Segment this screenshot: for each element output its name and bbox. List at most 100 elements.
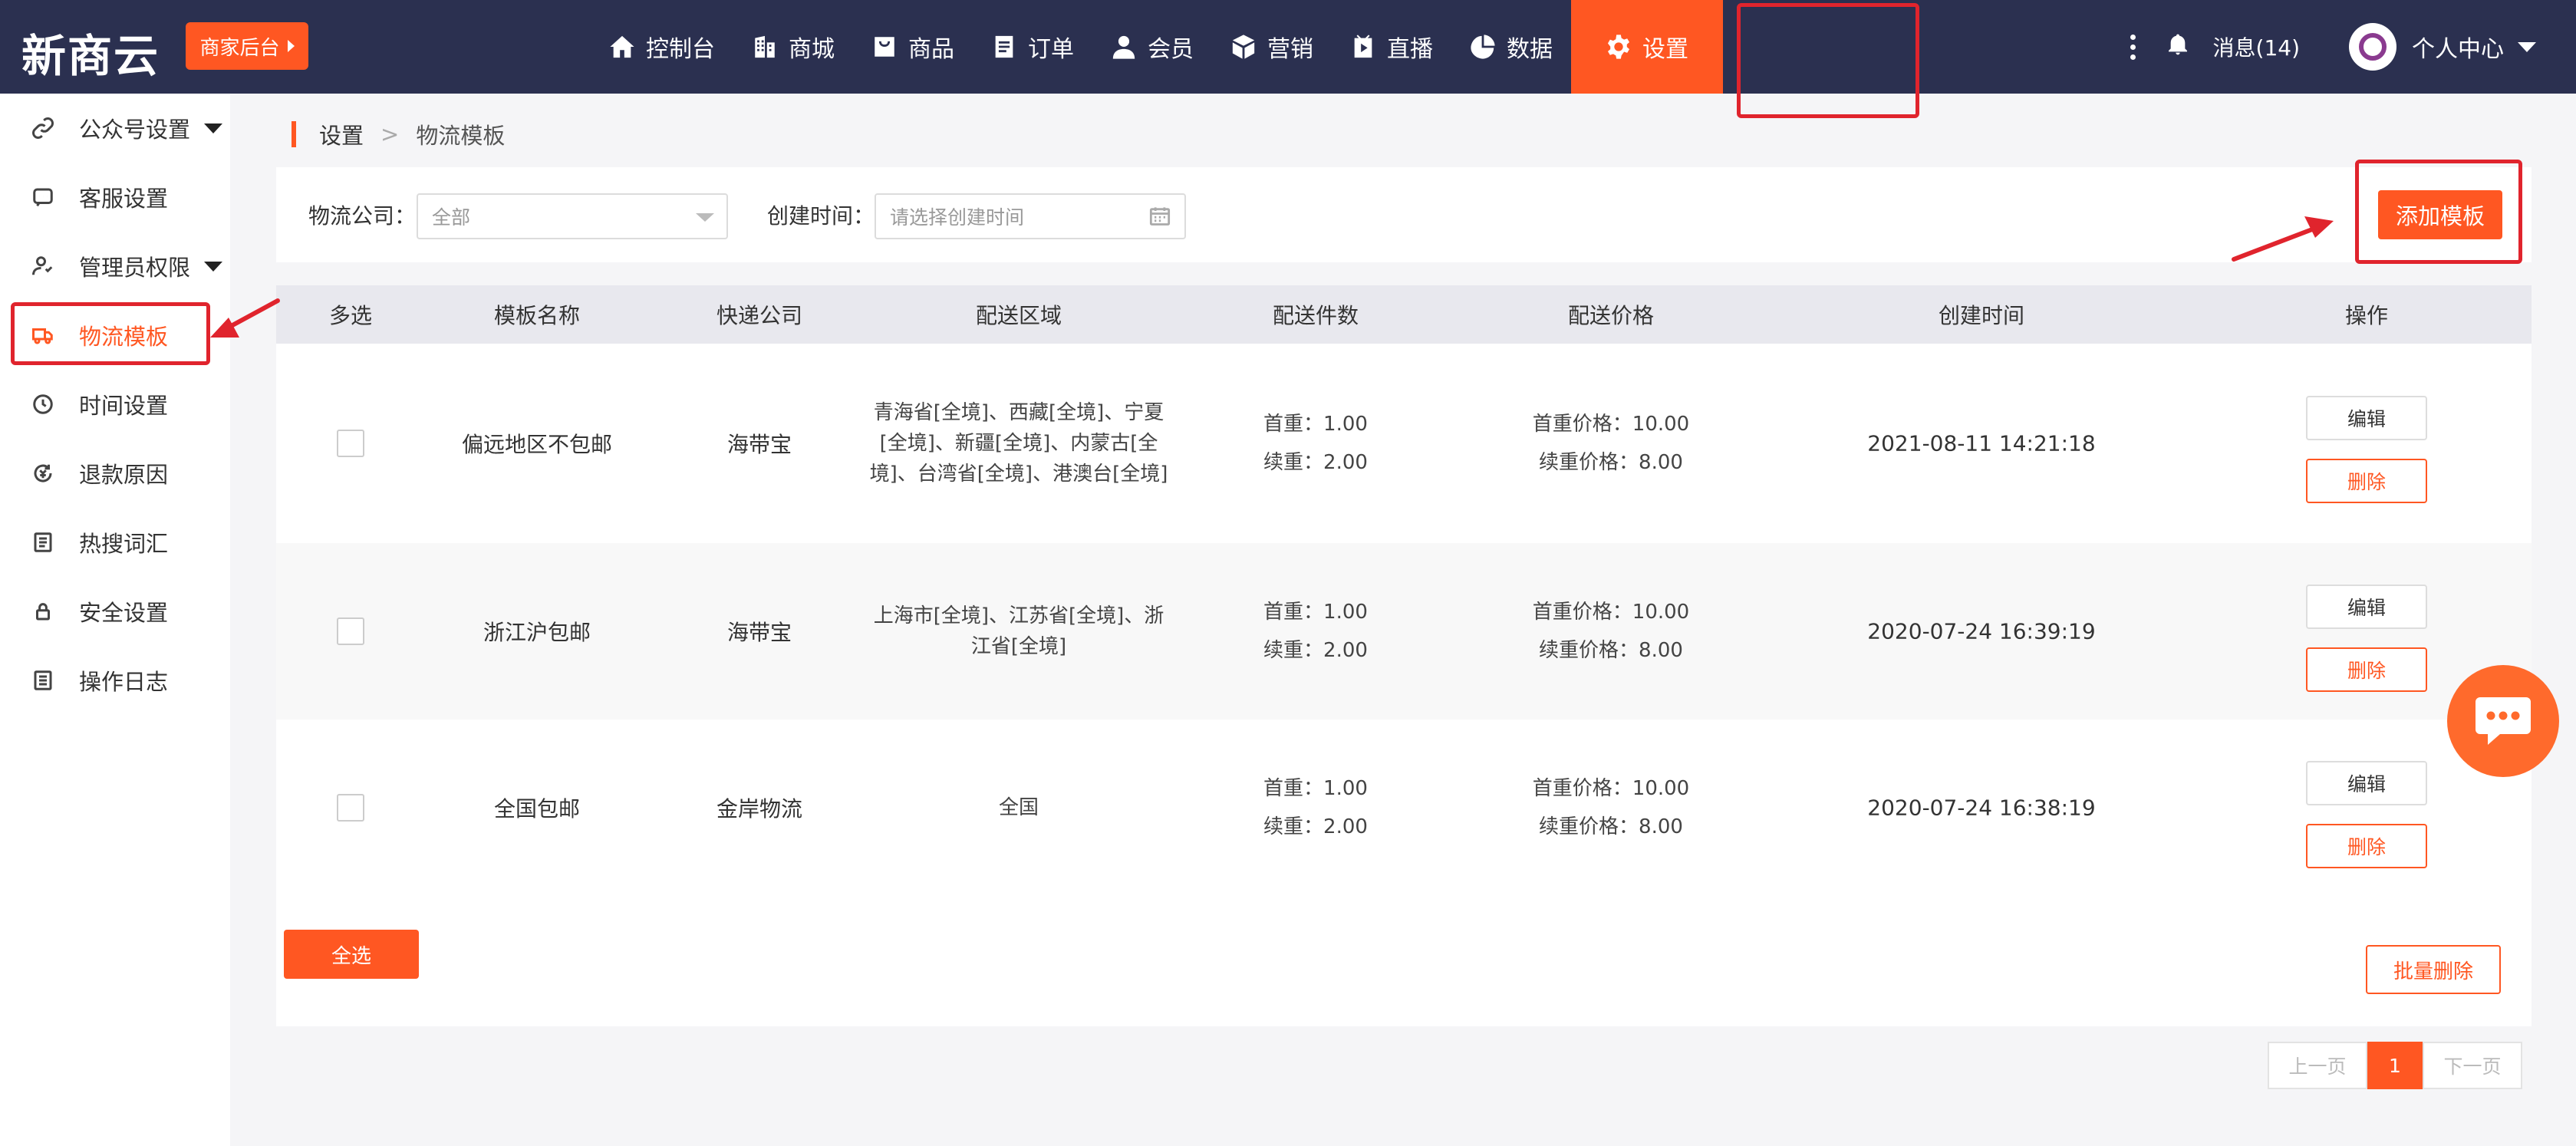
select-all-button[interactable]: 全选 bbox=[284, 930, 419, 979]
nav-label: 设置 bbox=[1642, 36, 1688, 63]
user-icon bbox=[1112, 35, 1135, 59]
live-icon bbox=[1354, 35, 1372, 58]
sidebar-item-refund[interactable]: 退款原因 bbox=[0, 439, 230, 508]
delete-button[interactable]: 删除 bbox=[2306, 824, 2427, 868]
time-picker-placeholder: 请选择创建时间 bbox=[890, 206, 1025, 229]
sidebar-item-admin[interactable]: 管理员权限 bbox=[0, 232, 230, 301]
filter-bar: 物流公司： 全部 创建时间： 请选择创建时间 bbox=[276, 167, 2532, 262]
template-table: 多选 模板名称 快递公司 配送区域 配送件数 配送价格 创建时间 操作 偏远地区… bbox=[276, 285, 2532, 1026]
first-weight: 首重：1.00 bbox=[1263, 777, 1368, 800]
template-name: 浙江沪包邮 bbox=[483, 620, 591, 645]
delivery-count: 首重：1.00 续重：2.00 bbox=[1263, 405, 1368, 482]
sidebar-item-security[interactable]: 安全设置 bbox=[0, 577, 230, 646]
chat-bubble-icon bbox=[2476, 697, 2531, 745]
created-time-picker[interactable]: 请选择创建时间 bbox=[875, 193, 1186, 239]
user-center-menu[interactable]: 个人中心 bbox=[2412, 30, 2504, 64]
nav-mall[interactable]: 商城 bbox=[733, 0, 853, 94]
breadcrumb-accent-bar bbox=[292, 121, 296, 147]
lock-icon bbox=[31, 599, 55, 624]
admin-icon bbox=[31, 254, 55, 278]
company-filter-label: 物流公司： bbox=[308, 203, 417, 229]
first-price: 首重价格：10.00 bbox=[1532, 777, 1690, 800]
next-page-button[interactable]: 下一页 bbox=[2423, 1042, 2522, 1089]
extra-price: 续重价格：8.00 bbox=[1539, 639, 1683, 662]
nav-members[interactable]: 会员 bbox=[1092, 0, 1212, 94]
arrow-to-sidebar-logistics bbox=[222, 298, 280, 332]
brand-logo[interactable]: 新商云 bbox=[21, 20, 160, 84]
sidebar-item-customer-service[interactable]: 客服设置 bbox=[0, 163, 230, 232]
page-number-current[interactable]: 1 bbox=[2367, 1042, 2423, 1089]
nav-label: 商品 bbox=[908, 36, 954, 63]
bell-icon[interactable] bbox=[2166, 32, 2190, 62]
sidebar-item-time[interactable]: 时间设置 bbox=[0, 370, 230, 439]
edit-button[interactable]: 编辑 bbox=[2306, 396, 2427, 440]
chevron-down-icon[interactable] bbox=[2518, 41, 2536, 52]
template-name: 偏远地区不包邮 bbox=[461, 432, 613, 457]
first-price: 首重价格：10.00 bbox=[1532, 601, 1690, 624]
bag-icon bbox=[875, 37, 894, 57]
delivery-region: 全国 bbox=[998, 796, 1039, 819]
building-icon bbox=[755, 35, 775, 58]
merchant-backend-badge[interactable]: 商家后台 bbox=[186, 22, 308, 70]
batch-delete-button[interactable]: 批量删除 bbox=[2366, 945, 2501, 994]
delete-button[interactable]: 删除 bbox=[2306, 647, 2427, 692]
col-header-name: 模板名称 bbox=[493, 303, 581, 328]
caret-down-icon[interactable] bbox=[204, 261, 222, 272]
chat-float-button[interactable] bbox=[2447, 665, 2559, 777]
edit-button[interactable]: 编辑 bbox=[2306, 761, 2427, 805]
sidebar-item-log[interactable]: 操作日志 bbox=[0, 646, 230, 715]
delivery-region: 青海省[全境]、西藏[全境]、宁夏[全境]、新疆[全境]、内蒙古[全境]、台湾省… bbox=[869, 401, 1168, 486]
sidebar-item-label: 管理员权限 bbox=[79, 255, 191, 281]
messages-link[interactable]: 消息(14) bbox=[2213, 31, 2300, 62]
express-company: 海带宝 bbox=[726, 620, 792, 645]
sidebar-item-hot-search[interactable]: 热搜词汇 bbox=[0, 508, 230, 577]
sidebar-item-label: 公众号设置 bbox=[79, 117, 191, 143]
express-company: 金岸物流 bbox=[716, 796, 803, 822]
sidebar: 公众号设置 客服设置 管理员权限 物流模板 时间设置 退款原因 热搜词汇 安全设… bbox=[0, 94, 230, 1146]
sidebar-item-wechat[interactable]: 公众号设置 bbox=[0, 94, 230, 163]
col-header-created: 创建时间 bbox=[1938, 303, 2025, 328]
delete-button[interactable]: 删除 bbox=[2306, 459, 2427, 503]
extra-weight: 续重：2.00 bbox=[1263, 815, 1368, 838]
express-company: 海带宝 bbox=[726, 432, 792, 457]
prev-page-button[interactable]: 上一页 bbox=[2268, 1042, 2367, 1089]
nav-live[interactable]: 直播 bbox=[1332, 0, 1451, 94]
row-checkbox[interactable] bbox=[337, 430, 364, 457]
nav-dashboard[interactable]: 控制台 bbox=[591, 0, 733, 94]
link-icon bbox=[31, 116, 55, 140]
company-select[interactable]: 全部 bbox=[417, 193, 728, 239]
nav-data[interactable]: 数据 bbox=[1451, 0, 1571, 94]
avatar[interactable] bbox=[2349, 23, 2396, 71]
row-checkbox[interactable] bbox=[337, 617, 364, 645]
breadcrumb-parent[interactable]: 设置 bbox=[319, 118, 364, 150]
col-header-count: 配送件数 bbox=[1272, 303, 1359, 328]
header-tools: 消息(14) 个人中心 bbox=[2130, 0, 2576, 94]
first-weight: 首重：1.00 bbox=[1263, 413, 1368, 436]
template-name: 全国包邮 bbox=[493, 796, 581, 822]
company-select-value: 全部 bbox=[432, 206, 471, 229]
top-navbar: 新商云 商家后台 控制台 商城 商品 订单 会员 营销 直播 数据 设置 消息(… bbox=[0, 0, 2576, 94]
breadcrumb-current: 物流模板 bbox=[416, 123, 506, 149]
nav-orders[interactable]: 订单 bbox=[973, 0, 1092, 94]
nav-settings[interactable]: 设置 bbox=[1571, 0, 1723, 94]
nav-label: 控制台 bbox=[646, 36, 715, 63]
more-vertical-icon[interactable] bbox=[2130, 34, 2136, 60]
log-icon bbox=[31, 668, 55, 693]
table-row: 全国包邮 金岸物流 全国 首重：1.00 续重：2.00 首重价格：10.00 … bbox=[276, 720, 2532, 896]
col-header-actions: 操作 bbox=[2344, 303, 2389, 328]
nav-label: 直播 bbox=[1387, 36, 1433, 63]
row-checkbox[interactable] bbox=[337, 794, 364, 822]
caret-down-icon[interactable] bbox=[204, 123, 222, 133]
nav-marketing[interactable]: 营销 bbox=[1212, 0, 1332, 94]
first-price: 首重价格：10.00 bbox=[1532, 413, 1690, 436]
col-header-select: 多选 bbox=[328, 303, 373, 328]
edit-button[interactable]: 编辑 bbox=[2306, 585, 2427, 629]
created-time: 2020-07-24 16:39:19 bbox=[1867, 618, 2096, 644]
clock-icon bbox=[31, 392, 55, 417]
breadcrumb-separator: > bbox=[380, 121, 400, 147]
nav-products[interactable]: 商品 bbox=[853, 0, 973, 94]
chat-icon bbox=[31, 185, 55, 209]
highlight-sidebar-logistics bbox=[11, 302, 210, 365]
nav-label: 订单 bbox=[1028, 36, 1074, 63]
nav-label: 商城 bbox=[789, 36, 835, 63]
